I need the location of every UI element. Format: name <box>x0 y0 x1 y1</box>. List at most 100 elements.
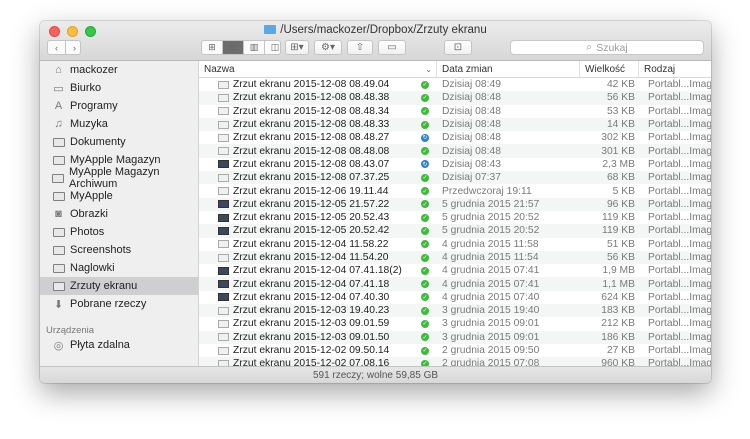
coverflow-view-button[interactable]: ◫ <box>265 41 280 54</box>
file-row[interactable]: Zrzut ekranu 2015-12-08 07.37.25 ✓ Dzisiaj… <box>199 171 711 185</box>
sidebar-item-screenshots[interactable]: Screenshots <box>40 241 198 259</box>
file-kind: Portabl...Image <box>648 158 711 170</box>
file-row[interactable]: Zrzut ekranu 2015-12-05 20.52.42 ✓ 5 grudn… <box>199 224 711 238</box>
file-kind: Portabl...Image <box>648 185 711 197</box>
sidebar-item-mackozer[interactable]: ⌂ mackozer <box>40 61 198 79</box>
column-header-name[interactable]: Nazwa ⌄ <box>199 61 437 77</box>
file-name: Zrzut ekranu 2015-12-03 19.40.23 <box>233 305 390 317</box>
file-row[interactable]: Zrzut ekranu 2015-12-08 08.48.34 ✓ Dzisiaj… <box>199 104 711 118</box>
file-kind: Portabl...Image <box>648 305 711 317</box>
column-header-size[interactable]: Wielkość <box>580 61 639 77</box>
file-date: 3 grudnia 2015 09:01 <box>442 331 540 343</box>
back-button[interactable]: ‹ <box>48 41 66 54</box>
file-name-cell: Zrzut ekranu 2015-12-05 20.52.43 ✓ <box>199 212 437 223</box>
file-row[interactable]: Zrzut ekranu 2015-12-08 08.48.27 ↻ Dzisiaj… <box>199 131 711 145</box>
sidebar-item-biurko[interactable]: ▭ Biurko <box>40 79 198 97</box>
sidebar-item-label: Zrzuty ekranu <box>70 280 138 292</box>
image-file-icon <box>218 266 229 275</box>
sidebar-item-label: Obrazki <box>70 208 108 220</box>
file-name: Zrzut ekranu 2015-12-08 08.49.04 <box>233 79 390 91</box>
file-row[interactable]: Zrzut ekranu 2015-12-08 08.49.04 ✓ Dzisiaj… <box>199 78 711 92</box>
sidebar-item-label: Screenshots <box>70 244 132 256</box>
file-kind: Portabl...Image <box>648 252 711 263</box>
file-row[interactable]: Zrzut ekranu 2015-12-05 21.57.22 ✓ 5 grudn… <box>199 197 711 211</box>
syncing-icon: ↻ <box>421 160 429 169</box>
file-row[interactable]: Zrzut ekranu 2015-12-06 19.11.44 ✓ Przedwc… <box>199 184 711 198</box>
list-view-button[interactable]: ☰ <box>223 41 244 54</box>
search-input[interactable]: ⌕ Szukaj <box>510 40 704 55</box>
file-name: Zrzut ekranu 2015-12-03 09.01.59 <box>233 318 390 330</box>
share-icon: ⇧ <box>355 42 365 53</box>
sidebar-item-zrzuty-ekranu[interactable]: Zrzuty ekranu <box>40 277 198 295</box>
file-row[interactable]: Zrzut ekranu 2015-12-04 07.41.18 ✓ 4 grudn… <box>199 277 711 291</box>
sync-complete-icon: ✓ <box>421 266 429 275</box>
file-size: 624 KB <box>601 291 635 303</box>
file-date: Dzisiaj 08:49 <box>442 79 501 91</box>
sync-complete-icon: ✓ <box>421 293 429 302</box>
sidebar-item-naglowki[interactable]: Naglowki <box>40 259 198 277</box>
file-kind: Portabl...Image <box>648 145 711 157</box>
sync-complete-icon: ✓ <box>421 93 429 102</box>
action-button[interactable]: ⚙▾ <box>314 40 342 55</box>
list-icon: ☰ <box>228 42 238 52</box>
file-row[interactable]: Zrzut ekranu 2015-12-05 20.52.43 ✓ 5 grudn… <box>199 210 711 225</box>
column-header-date[interactable]: Data zmian <box>437 61 580 77</box>
sidebar-item-label: MyApple <box>70 190 113 202</box>
sidebar-item-programy[interactable]: A Programy <box>40 97 198 115</box>
file-size: 2,3 MB <box>602 158 635 170</box>
sidebar-item-dokumenty[interactable]: Dokumenty <box>40 133 198 151</box>
file-row[interactable]: Zrzut ekranu 2015-12-08 08.43.07 ↻ Dzisiaj… <box>199 157 711 172</box>
file-row[interactable]: Zrzut ekranu 2015-12-04 07.40.30 ✓ 4 grudn… <box>199 290 711 305</box>
forward-button[interactable]: › <box>66 41 80 54</box>
file-name-cell: Zrzut ekranu 2015-12-04 11.54.20 ✓ <box>199 252 437 263</box>
file-size: 96 KB <box>606 198 635 210</box>
file-row[interactable]: Zrzut ekranu 2015-12-03 09.01.50 ✓ 3 grudn… <box>199 330 711 344</box>
arrange-button[interactable]: ⊞▾ <box>285 40 309 55</box>
file-name-cell: Zrzut ekranu 2015-12-08 07.37.25 ✓ <box>199 172 437 183</box>
column-view-button[interactable]: ▥ <box>244 41 265 54</box>
file-row[interactable]: Zrzut ekranu 2015-12-03 09.01.59 ✓ 3 grudn… <box>199 317 711 331</box>
file-row[interactable]: Zrzut ekranu 2015-12-02 09.50.14 ✓ 2 grudn… <box>199 343 711 358</box>
file-name-cell: Zrzut ekranu 2015-12-08 08.48.38 ✓ <box>199 92 437 103</box>
file-kind: Portabl...Image <box>648 198 711 210</box>
sidebar-item-photos[interactable]: Photos <box>40 223 198 241</box>
status-text: 591 rzeczy; wolne 59,85 GB <box>312 369 439 381</box>
chevron-down-icon: ⌄ <box>425 64 432 74</box>
file-row[interactable]: Zrzut ekranu 2015-12-04 07.41.18(2) ✓ 4 gr… <box>199 264 711 278</box>
image-file-icon <box>218 187 229 196</box>
column-header-kind[interactable]: Rodzaj <box>639 61 711 77</box>
share-button[interactable]: ⇧ <box>347 40 373 55</box>
nav-buttons: ‹ › <box>47 40 81 55</box>
file-kind: Portabl...Image <box>648 318 711 330</box>
columns-icon: ▥ <box>249 42 259 52</box>
file-row[interactable]: Zrzut ekranu 2015-12-04 11.54.20 ✓ 4 grudn… <box>199 250 711 265</box>
apps-icon: A <box>54 100 63 112</box>
file-size: 42 KB <box>606 79 635 91</box>
file-row[interactable]: Zrzut ekranu 2015-12-08 08.48.33 ✓ Dzisiaj… <box>199 117 711 132</box>
file-size: 51 KB <box>606 238 635 250</box>
file-row[interactable]: Zrzut ekranu 2015-12-04 11.58.22 ✓ 4 grudn… <box>199 237 711 251</box>
tags-button[interactable]: ▭ <box>378 40 406 55</box>
file-size: 186 KB <box>601 331 635 343</box>
sidebar-item-płyta-zdalna[interactable]: ◎ Płyta zdalna <box>40 336 198 354</box>
file-name: Zrzut ekranu 2015-12-04 11.58.22 <box>233 238 389 250</box>
file-row[interactable]: Zrzut ekranu 2015-12-08 08.48.38 ✓ Dzisiaj… <box>199 91 711 105</box>
new-folder-button[interactable]: ⊡ <box>444 40 472 55</box>
sidebar-item-obrazki[interactable]: ◙ Obrazki <box>40 205 198 223</box>
sidebar-item-pobrane-rzeczy[interactable]: ⬇ Pobrane rzeczy <box>40 295 198 313</box>
sidebar-item-muzyka[interactable]: ♫ Muzyka <box>40 115 198 133</box>
syncing-icon: ↻ <box>421 133 429 142</box>
image-file-icon <box>218 80 229 89</box>
file-name-cell: Zrzut ekranu 2015-12-05 21.57.22 ✓ <box>199 199 437 210</box>
disc-icon: ◎ <box>53 339 64 352</box>
file-date: 3 grudnia 2015 09:01 <box>442 318 540 330</box>
sync-complete-icon: ✓ <box>421 319 429 328</box>
file-row[interactable]: Zrzut ekranu 2015-12-08 08.48.08 ✓ Dzisiaj… <box>199 144 711 158</box>
icon-view-button[interactable]: ⊞ <box>202 41 223 54</box>
file-date: Dzisiaj 08:48 <box>442 92 501 104</box>
music-icon: ♫ <box>54 118 63 130</box>
file-row[interactable]: Zrzut ekranu 2015-12-03 19.40.23 ✓ 3 grudn… <box>199 304 711 318</box>
image-file-icon <box>218 333 229 342</box>
sidebar-item-myapple-magazyn-archiwum[interactable]: MyApple Magazyn Archiwum <box>40 166 198 190</box>
file-name-cell: Zrzut ekranu 2015-12-04 07.40.30 ✓ <box>199 292 437 303</box>
